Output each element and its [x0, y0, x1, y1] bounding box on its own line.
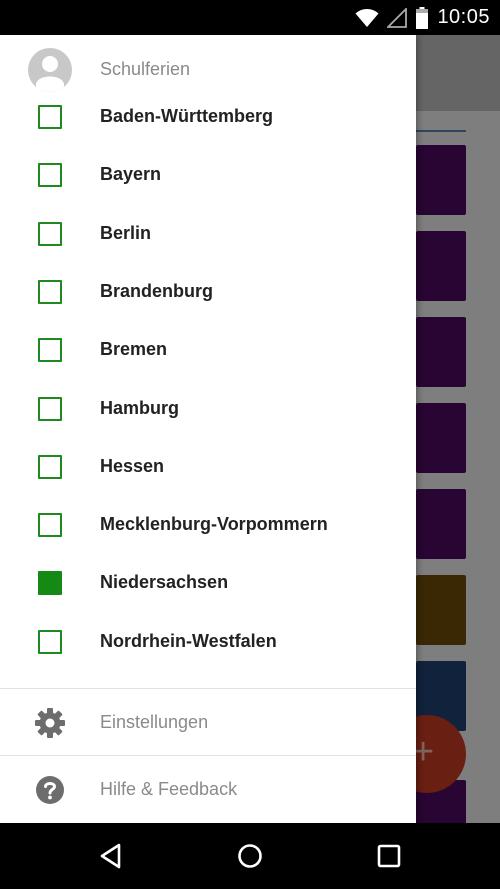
state-item[interactable]: Bremen: [0, 314, 416, 372]
checkbox-checked[interactable]: [38, 571, 62, 596]
state-label: Mecklenburg-Vorpommern: [100, 514, 328, 535]
status-bar: 10:05: [0, 0, 500, 35]
state-item[interactable]: Bayern: [0, 139, 416, 197]
state-label: Hamburg: [100, 397, 180, 418]
state-item[interactable]: Brandenburg: [0, 256, 416, 314]
checkbox[interactable]: [38, 338, 62, 363]
state-item[interactable]: Hessen: [0, 431, 416, 489]
checkbox[interactable]: [38, 105, 62, 129]
checkbox[interactable]: [38, 163, 62, 188]
state-item[interactable]: Mecklenburg-Vorpommern: [0, 489, 416, 547]
menu-label-settings: Einstellungen: [100, 712, 209, 732]
checkbox[interactable]: [38, 396, 62, 421]
checkbox[interactable]: [38, 221, 62, 246]
help-icon: [36, 776, 64, 804]
battery-icon: [416, 6, 429, 29]
state-item[interactable]: Baden-Württemberg: [0, 81, 416, 139]
checkbox[interactable]: [38, 279, 62, 304]
state-label: Bayern: [100, 164, 162, 185]
state-label: Berlin: [100, 222, 152, 243]
state-label: Bremen: [100, 339, 168, 360]
state-item[interactable]: Nordrhein-Westfalen: [0, 606, 416, 664]
state-item[interactable]: Niedersachsen: [0, 547, 416, 605]
checkbox[interactable]: [38, 454, 62, 479]
state-item[interactable]: Berlin: [0, 198, 416, 256]
clock: 10:05: [437, 6, 490, 28]
menu-item-help[interactable]: Hilfe & Feedback: [0, 756, 416, 822]
wifi-icon: [355, 8, 379, 27]
drawer-title: Schulferien: [100, 59, 191, 79]
signal-icon: [387, 7, 408, 28]
checkbox[interactable]: [38, 629, 62, 654]
menu-label-help: Hilfe & Feedback: [100, 779, 238, 799]
checkbox[interactable]: [38, 513, 62, 538]
state-label: Baden-Württemberg: [100, 106, 274, 126]
menu-item-settings[interactable]: Einstellungen: [0, 689, 416, 755]
recents-icon[interactable]: [373, 840, 405, 872]
gear-icon: [35, 708, 65, 738]
state-label: Hessen: [100, 455, 165, 476]
state-label: Brandenburg: [100, 280, 214, 301]
state-item[interactable]: Hamburg: [0, 373, 416, 431]
system-nav-bar: [0, 823, 500, 889]
back-icon[interactable]: [95, 840, 127, 872]
state-label: Nordrhein-Westfalen: [100, 630, 277, 651]
navigation-drawer: Schulferien Baden-Württemberg Bayern Berli…: [0, 35, 416, 823]
home-icon[interactable]: [234, 840, 266, 872]
state-label: Niedersachsen: [100, 572, 229, 593]
